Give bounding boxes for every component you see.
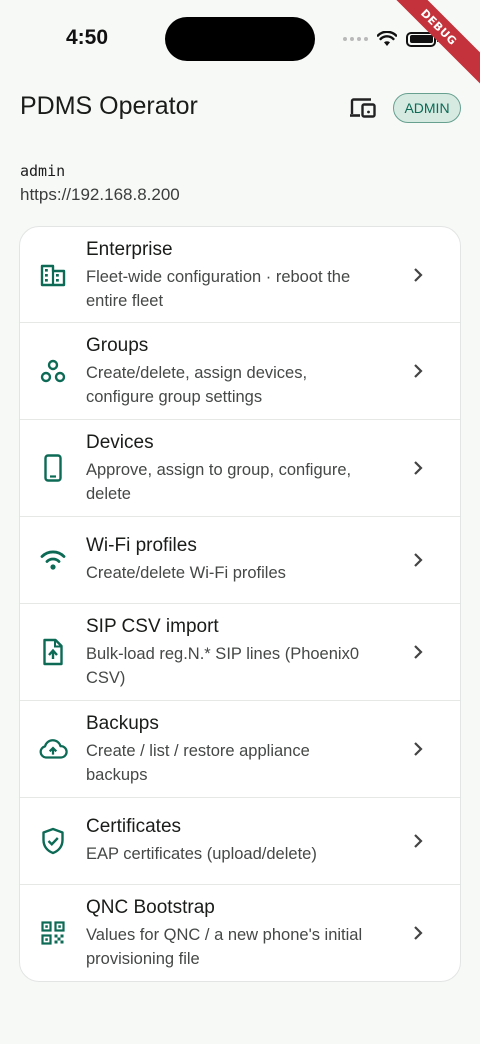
menu-item-qnc-bootstrap[interactable]: QNC Bootstrap Values for QNC / a new pho…: [20, 885, 460, 981]
item-title: QNC Bootstrap: [86, 897, 215, 918]
item-title: SIP CSV import: [86, 616, 219, 637]
menu-item-groups[interactable]: Groups Create/delete, assign devices, co…: [20, 323, 460, 420]
item-subtitle: Fleet-wide configuration · reboot the en…: [86, 265, 386, 313]
item-subtitle-line: entire fleet: [86, 292, 164, 310]
file-upload-icon: [38, 637, 68, 667]
role-chip: ADMIN: [393, 93, 461, 123]
chevron-right-icon: [408, 923, 428, 943]
item-subtitle: Create/delete Wi-Fi profiles: [86, 561, 386, 585]
item-subtitle-line: Create/delete Wi-Fi profiles: [86, 564, 286, 582]
item-subtitle: EAP certificates (upload/delete): [86, 842, 386, 866]
wifi-status-icon: [377, 31, 397, 46]
status-icons: [343, 28, 439, 50]
menu-card: Enterprise Fleet-wide configuration · re…: [19, 226, 461, 982]
menu-item-devices[interactable]: Devices Approve, assign to group, config…: [20, 420, 460, 517]
menu-item-sip-csv-import[interactable]: SIP CSV import Bulk-load reg.N.* SIP lin…: [20, 604, 460, 701]
cellular-dots-icon: [343, 37, 368, 41]
username-label: admin: [20, 162, 66, 180]
item-subtitle-line: delete: [86, 485, 131, 503]
chevron-right-icon: [408, 550, 428, 570]
item-title: Enterprise: [86, 239, 173, 260]
dynamic-island: [165, 17, 315, 61]
smartphone-icon: [38, 453, 68, 483]
enterprise-building-icon: [38, 260, 68, 290]
devices-button[interactable]: [346, 93, 380, 123]
chevron-right-icon: [408, 831, 428, 851]
item-subtitle-line: CSV): [86, 669, 126, 687]
chevron-right-icon: [408, 458, 428, 478]
wifi-icon: [38, 545, 68, 575]
groups-icon: [38, 356, 68, 386]
item-subtitle-line: Values for QNC / a new phone's initial: [86, 926, 363, 944]
qr-code-icon: [38, 918, 68, 948]
chevron-right-icon: [408, 361, 428, 381]
menu-item-certificates[interactable]: Certificates EAP certificates (upload/de…: [20, 798, 460, 885]
item-subtitle-line: provisioning file: [86, 950, 200, 968]
item-subtitle-line: configure group settings: [86, 388, 263, 406]
status-time: 4:50: [66, 26, 109, 49]
app-bar: PDMS Operator ADMIN: [0, 84, 480, 132]
page-title: PDMS Operator: [20, 92, 198, 120]
shield-check-icon: [38, 826, 68, 856]
menu-item-enterprise[interactable]: Enterprise Fleet-wide configuration · re…: [20, 227, 460, 323]
item-title: Certificates: [86, 816, 182, 837]
item-subtitle: Create / list / restore appliance backup…: [86, 739, 386, 787]
cloud-upload-icon: [38, 734, 68, 764]
item-title: Groups: [86, 335, 149, 356]
devices-icon: [350, 98, 376, 118]
item-title: Backups: [86, 713, 159, 734]
chevron-right-icon: [408, 642, 428, 662]
server-url-label: https://192.168.8.200: [20, 185, 180, 204]
item-title: Wi-Fi profiles: [86, 535, 197, 556]
item-subtitle-line: Create/delete, assign devices,: [86, 364, 308, 382]
item-subtitle-line: Create / list / restore appliance: [86, 742, 310, 760]
item-subtitle-line: Approve, assign to group, configure,: [86, 461, 352, 479]
item-subtitle: Create/delete, assign devices, configure…: [86, 361, 386, 409]
item-subtitle: Approve, assign to group, configure, del…: [86, 458, 386, 506]
item-subtitle: Values for QNC / a new phone's initial p…: [86, 923, 386, 971]
menu-item-wifi-profiles[interactable]: Wi-Fi profiles Create/delete Wi-Fi profi…: [20, 517, 460, 604]
item-subtitle-line: Bulk-load reg.N.* SIP lines (Phoenix0: [86, 645, 360, 663]
chevron-right-icon: [408, 739, 428, 759]
item-subtitle-line: backups: [86, 766, 148, 784]
item-title: Devices: [86, 432, 154, 453]
item-subtitle: Bulk-load reg.N.* SIP lines (Phoenix0 CS…: [86, 642, 386, 690]
item-subtitle-line: EAP certificates (upload/delete): [86, 845, 317, 863]
chevron-right-icon: [408, 265, 428, 285]
menu-item-backups[interactable]: Backups Create / list / restore applianc…: [20, 701, 460, 798]
item-subtitle-line: Fleet-wide configuration · reboot the: [86, 268, 351, 286]
